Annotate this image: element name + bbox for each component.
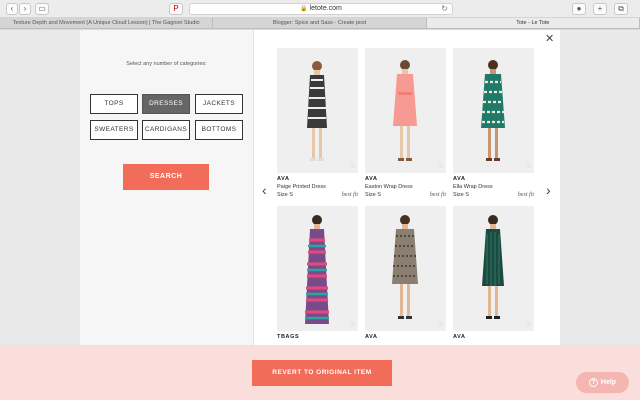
product-card[interactable]: ♡ AVA Easton Wrap Dress Size S best fit (365, 48, 446, 198)
product-brand: AVA (365, 334, 378, 340)
address-bar[interactable]: 🔒 letote.com ↻ (189, 3, 453, 15)
category-sweaters-button[interactable]: SWEATERS (90, 120, 138, 140)
product-photo: ♡ (277, 206, 358, 331)
product-size-text: Size S (365, 192, 381, 198)
product-size-text: Size S (453, 192, 469, 198)
category-jackets-button[interactable]: JACKETS (195, 94, 243, 114)
category-cardigans-button[interactable]: CARDIGANS (142, 120, 190, 140)
product-size: Size S best fit (365, 192, 446, 198)
product-card[interactable]: ♡ AVA (453, 206, 534, 340)
heart-icon[interactable]: ♡ (526, 163, 531, 170)
product-carousel: ✕ ‹ › ♡ AVA Paige Printed Dress Size S be… (253, 30, 560, 345)
product-card[interactable]: ♡ AVA Paige Printed Dress Size S best fit (277, 48, 358, 198)
product-size-text: Size S (277, 192, 293, 198)
chevron-right-icon[interactable]: › (546, 183, 551, 197)
tab-le-tote[interactable]: Tote - Le Tote (426, 18, 640, 28)
product-name: Paige Printed Dress (277, 184, 326, 190)
product-size: Size S best fit (277, 192, 358, 198)
lock-icon: 🔒 (300, 6, 308, 12)
heart-icon[interactable]: ♡ (350, 163, 355, 170)
product-brand: AVA (277, 176, 290, 182)
product-name: Easton Wrap Dress (365, 184, 413, 190)
search-button[interactable]: SEARCH (123, 164, 209, 190)
product-card[interactable]: ♡ AVA (365, 206, 446, 340)
product-photo: ♡ (365, 206, 446, 331)
category-filter-panel: Select any number of categories: TOPS DR… (80, 30, 253, 345)
sidebar-icon[interactable]: ▭ (35, 3, 49, 15)
best-fit-badge: best fit (341, 192, 358, 198)
revert-to-original-button[interactable]: REVERT TO ORIGINAL ITEM (252, 360, 392, 386)
close-icon[interactable]: ✕ (545, 33, 554, 45)
help-label: Help (600, 379, 617, 386)
help-button[interactable]: ? Help (576, 372, 629, 393)
product-brand: AVA (453, 334, 466, 340)
product-brand: AVA (365, 176, 378, 182)
tab-cloud-lesson[interactable]: Texture Depth and Movement (A Unique Clo… (0, 18, 214, 28)
category-bottoms-button[interactable]: BOTTOMS (195, 120, 243, 140)
product-photo: ♡ (365, 48, 446, 173)
heart-icon[interactable]: ♡ (350, 321, 355, 328)
category-tops-button[interactable]: TOPS (90, 94, 138, 114)
address-url: letote.com (309, 5, 342, 12)
heart-icon[interactable]: ♡ (438, 321, 443, 328)
reload-icon[interactable]: ↻ (441, 4, 448, 14)
product-photo: ♡ (277, 48, 358, 173)
product-photo: ♡ (453, 48, 534, 173)
new-tab-icon[interactable]: + (593, 3, 607, 15)
product-card[interactable]: ♡ AVA Ella Wrap Dress Size S best fit (453, 48, 534, 198)
extension-icon[interactable]: ● (572, 3, 586, 15)
tab-blogger[interactable]: Blogger: Spice and Sass - Create post (213, 18, 427, 28)
chevron-left-icon[interactable]: ‹ (262, 183, 267, 197)
browser-toolbar: ‹ › ▭ P 🔒 letote.com ↻ ● + ⧉ (0, 0, 640, 18)
heart-icon[interactable]: ♡ (526, 321, 531, 328)
product-name: Ella Wrap Dress (453, 184, 493, 190)
product-card[interactable]: ♡ TBAGS (277, 206, 358, 340)
product-brand: AVA (453, 176, 466, 182)
product-brand: TBAGS (277, 334, 300, 340)
tab-overview-icon[interactable]: ⧉ (614, 3, 628, 15)
best-fit-badge: best fit (429, 192, 446, 198)
product-size: Size S best fit (453, 192, 534, 198)
product-photo: ♡ (453, 206, 534, 331)
category-instruction: Select any number of categories: (126, 61, 207, 67)
best-fit-badge: best fit (517, 192, 534, 198)
question-icon: ? (588, 377, 598, 387)
back-icon[interactable]: ‹ (6, 3, 18, 15)
heart-icon[interactable]: ♡ (438, 163, 443, 170)
forward-icon[interactable]: › (19, 3, 31, 15)
tab-strip: Texture Depth and Movement (A Unique Clo… (0, 18, 640, 29)
category-dresses-button[interactable]: DRESSES (142, 94, 190, 114)
pinterest-icon[interactable]: P (169, 3, 183, 15)
